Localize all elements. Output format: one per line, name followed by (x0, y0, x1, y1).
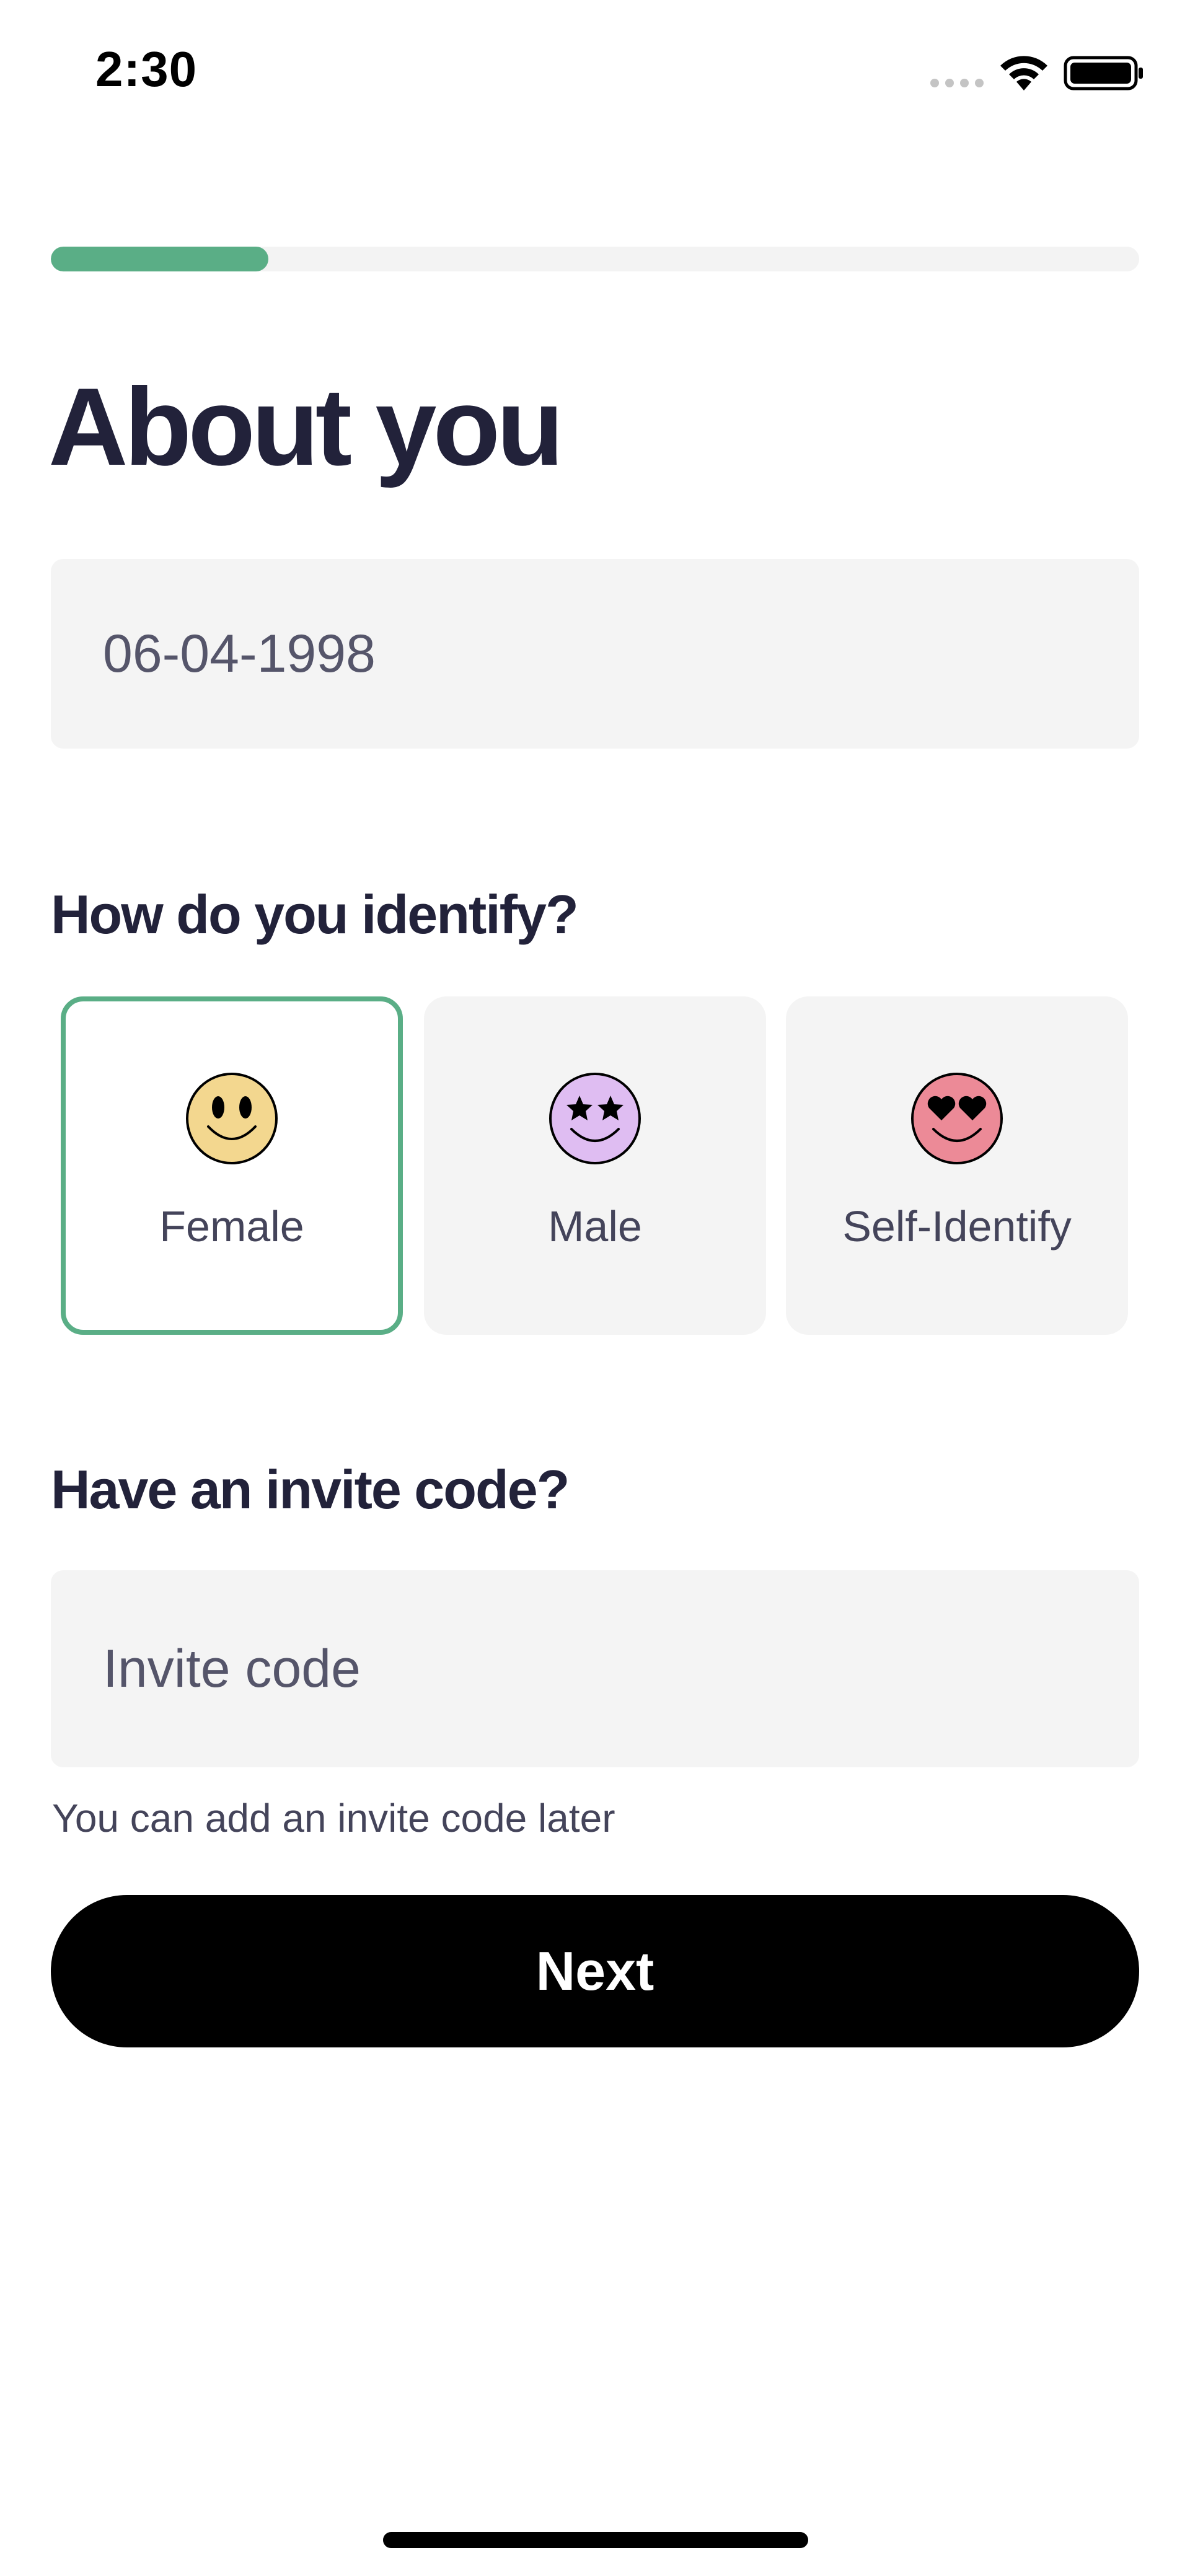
invite-code-heading: Have an invite code? (51, 1459, 570, 1520)
gender-option-female[interactable]: Female (61, 996, 403, 1335)
progress-bar (51, 247, 1139, 271)
date-of-birth-input[interactable] (103, 623, 1139, 685)
gender-option-label: Female (159, 1202, 304, 1251)
gender-option-label: Male (548, 1202, 642, 1251)
battery-icon (1064, 56, 1143, 90)
cellular-signal-icon (930, 79, 984, 87)
gender-option-male[interactable]: Male (424, 996, 766, 1335)
page-title: About you (48, 365, 564, 488)
gender-option-self-identify[interactable]: Self-Identify (786, 996, 1128, 1335)
star-eyes-face-icon (549, 1073, 641, 1164)
gender-option-label: Self-Identify (842, 1202, 1072, 1251)
smiley-face-icon (186, 1073, 278, 1164)
heart-eyes-face-icon (911, 1073, 1003, 1164)
home-indicator[interactable] (383, 2532, 808, 2548)
status-time: 2:30 (95, 42, 198, 97)
progress-fill (51, 247, 269, 271)
invite-code-input[interactable] (103, 1638, 1139, 1700)
invite-code-field[interactable] (51, 1570, 1139, 1767)
next-button[interactable]: Next (51, 1895, 1139, 2047)
wifi-icon (1000, 56, 1047, 90)
onboarding-screen: 2:30 About you How do you identify? (0, 0, 1190, 2576)
identify-heading: How do you identify? (51, 884, 579, 945)
status-bar: 2:30 (0, 0, 1190, 149)
invite-code-helper-text: You can add an invite code later (52, 1796, 615, 1840)
date-of-birth-field[interactable] (51, 559, 1139, 749)
